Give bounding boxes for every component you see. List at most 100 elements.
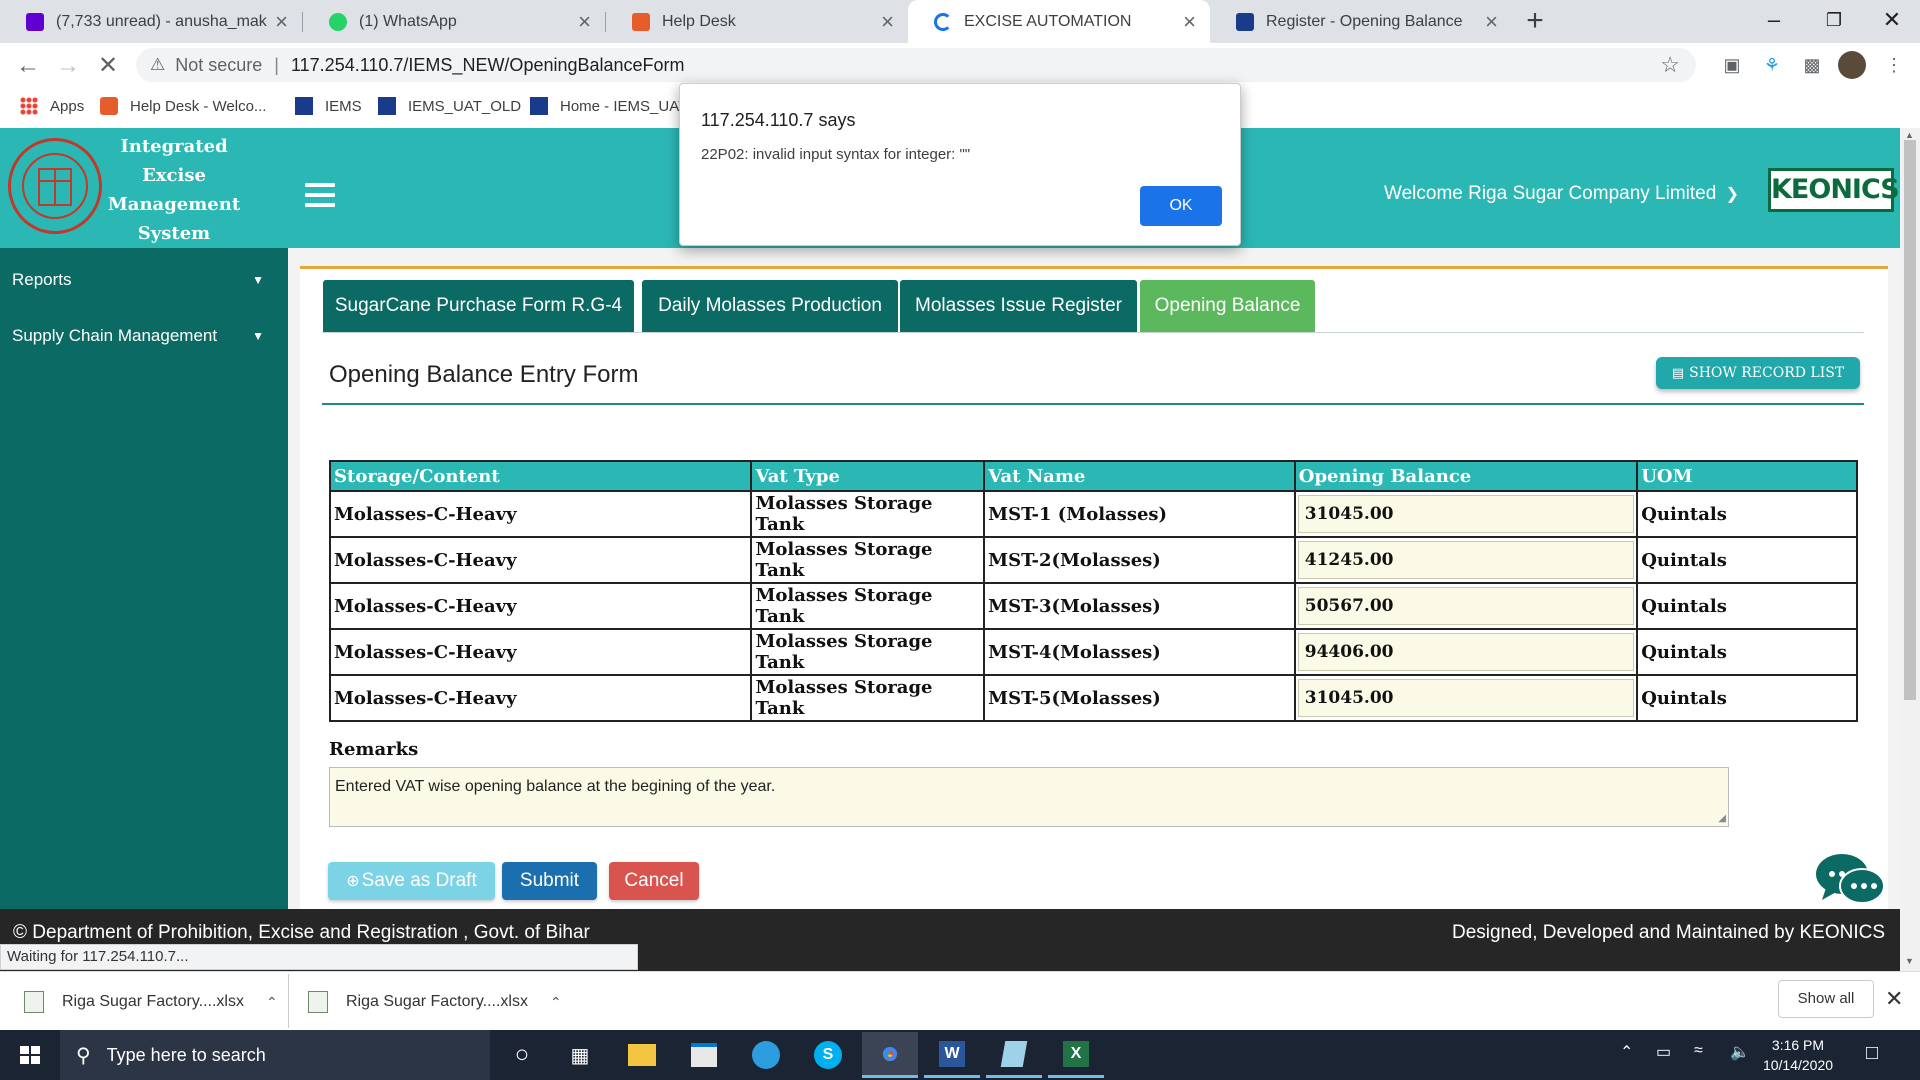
- opening-balance-input[interactable]: 31045.00: [1297, 495, 1635, 533]
- close-icon[interactable]: ×: [1183, 10, 1196, 33]
- wifi-icon[interactable]: ≈: [1694, 1042, 1703, 1060]
- uom-cell: Quintals: [1636, 674, 1858, 722]
- taskbar-search[interactable]: ⚲ Type here to search: [60, 1030, 490, 1080]
- sidebar-item-label: Supply Chain Management: [12, 326, 218, 345]
- close-icon[interactable]: ×: [1485, 10, 1498, 33]
- skype-icon[interactable]: S: [800, 1032, 856, 1078]
- back-arrow-icon[interactable]: ←: [12, 50, 44, 82]
- clock-date: 10/14/2020: [1762, 1057, 1834, 1073]
- volume-muted-icon[interactable]: 🔈: [1730, 1042, 1750, 1062]
- windows-start-icon[interactable]: [0, 1030, 60, 1080]
- stop-loading-icon[interactable]: ✕: [92, 50, 124, 82]
- download-item[interactable]: Riga Sugar Factory....xlsx ⌃: [308, 980, 562, 1024]
- bookmark-label: IEMS: [325, 97, 362, 115]
- bookmark-star-icon[interactable]: ☆: [1660, 52, 1680, 78]
- close-window-icon[interactable]: ✕: [1862, 0, 1920, 40]
- microsoft-store-icon[interactable]: [676, 1032, 732, 1078]
- plus-circle-icon: ⊕: [346, 873, 360, 890]
- bookmark-label: Apps: [50, 97, 85, 115]
- browser-tab[interactable]: (7,733 unread) - anusha_makam@ ×: [0, 0, 302, 43]
- footer-copyright: © Department of Prohibition, Excise and …: [13, 922, 590, 943]
- battery-icon[interactable]: ▭: [1656, 1042, 1671, 1062]
- close-downloads-icon[interactable]: ✕: [1885, 986, 1903, 1012]
- notifications-icon[interactable]: □: [1866, 1042, 1878, 1065]
- excel-file-icon: [24, 991, 44, 1013]
- browser-tab[interactable]: Help Desk ×: [606, 0, 908, 43]
- scroll-down-icon[interactable]: ▼: [1905, 956, 1914, 966]
- chevron-up-icon[interactable]: ⌃: [266, 994, 278, 1011]
- chat-icon[interactable]: [1812, 850, 1888, 910]
- submit-button[interactable]: Submit: [502, 862, 597, 900]
- page-scrollbar[interactable]: ▲ ▼: [1900, 128, 1920, 971]
- opening-balance-input[interactable]: 50567.00: [1297, 587, 1635, 625]
- iems-icon: [378, 97, 396, 115]
- cancel-button[interactable]: Cancel: [609, 862, 699, 900]
- bookmark-label: Home - IEMS_UAT: [560, 97, 688, 115]
- browser-tab[interactable]: (1) WhatsApp ×: [303, 0, 605, 43]
- opening-balance-input[interactable]: 94406.00: [1297, 633, 1635, 671]
- show-hidden-icons-icon[interactable]: ⌃: [1620, 1042, 1633, 1062]
- show-all-downloads-button[interactable]: Show all: [1778, 980, 1874, 1018]
- clock-time: 3:16 PM: [1771, 1037, 1825, 1053]
- sidebar-item-supply-chain[interactable]: Supply Chain Management ▼: [0, 309, 288, 363]
- file-explorer-icon[interactable]: [614, 1032, 670, 1078]
- separator: |: [274, 54, 279, 75]
- bookmark-item[interactable]: Home - IEMS_UAT: [530, 88, 687, 124]
- puzzle-icon[interactable]: ▩: [1798, 51, 1826, 79]
- bookmark-item[interactable]: Help Desk - Welco...: [100, 88, 266, 124]
- remarks-textarea[interactable]: Entered VAT wise opening balance at the …: [329, 767, 1729, 827]
- helpdesk-icon: [632, 12, 650, 31]
- remarks-label: Remarks: [329, 739, 419, 760]
- selenium-extension-icon[interactable]: ▣: [1718, 51, 1746, 79]
- edge-icon[interactable]: [738, 1032, 794, 1078]
- menu-dots-icon[interactable]: ⋮: [1880, 51, 1908, 79]
- hamburger-menu-icon[interactable]: [305, 183, 335, 209]
- bookmark-item[interactable]: IEMS_UAT_OLD: [378, 88, 521, 124]
- scrollbar-thumb[interactable]: [1904, 140, 1916, 700]
- new-tab-button[interactable]: +: [1518, 4, 1552, 38]
- cortana-icon[interactable]: ○: [494, 1032, 550, 1078]
- tab-molasses-issue-register[interactable]: Molasses Issue Register: [900, 280, 1137, 332]
- tab-title: EXCISE AUTOMATION: [964, 12, 1132, 30]
- excel-icon[interactable]: X: [1048, 1032, 1104, 1078]
- sidebar-item-reports[interactable]: Reports ▼: [0, 253, 288, 307]
- minimize-icon[interactable]: –: [1744, 0, 1804, 40]
- alert-ok-button[interactable]: OK: [1140, 186, 1222, 226]
- bookmark-item[interactable]: IEMS: [295, 88, 362, 124]
- browser-tab[interactable]: Register - Opening Balance ×: [1210, 0, 1512, 43]
- opening-balance-input[interactable]: 41245.00: [1297, 541, 1635, 579]
- save-as-draft-button[interactable]: ⊕ Save as Draft: [328, 862, 495, 900]
- word-icon[interactable]: W: [924, 1032, 980, 1078]
- tab-sugarcane-purchase[interactable]: SugarCane Purchase Form R.G-4: [323, 280, 634, 332]
- tab-daily-molasses-production[interactable]: Daily Molasses Production: [642, 280, 898, 332]
- tab-opening-balance[interactable]: Opening Balance: [1140, 280, 1315, 332]
- download-item[interactable]: Riga Sugar Factory....xlsx ⌃: [24, 980, 278, 1024]
- emblem-graphic: [22, 153, 88, 219]
- user-menu[interactable]: Welcome Riga Sugar Company Limited ❯: [1384, 183, 1739, 205]
- warning-icon: ⚠: [150, 55, 166, 74]
- show-record-list-button[interactable]: ▤ SHOW RECORD LIST: [1656, 357, 1860, 389]
- notepad-icon[interactable]: [986, 1032, 1042, 1078]
- close-icon[interactable]: ×: [578, 10, 591, 33]
- storage-content-cell: Molasses-C-Heavy: [328, 490, 753, 538]
- close-icon[interactable]: ×: [275, 10, 288, 33]
- restore-icon[interactable]: ❐: [1804, 0, 1864, 40]
- task-view-icon[interactable]: ▦: [552, 1032, 608, 1078]
- search-placeholder: Type here to search: [106, 1044, 266, 1065]
- forward-arrow-icon[interactable]: →: [52, 50, 84, 82]
- scroll-up-icon[interactable]: ▲: [1905, 130, 1914, 140]
- extension-icon[interactable]: ⚘: [1758, 51, 1786, 79]
- taskbar-clock[interactable]: 3:16 PM 10/14/2020: [1762, 1035, 1834, 1075]
- resize-grip-icon[interactable]: ◢: [1718, 813, 1726, 824]
- download-filename: Riga Sugar Factory....xlsx: [346, 993, 528, 1010]
- chrome-icon[interactable]: [862, 1032, 918, 1078]
- profile-avatar[interactable]: [1838, 51, 1866, 79]
- address-bar[interactable]: ⚠ Not secure | 117.254.110.7/IEMS_NEW/Op…: [136, 48, 1696, 82]
- close-icon[interactable]: ×: [881, 10, 894, 33]
- vat-type-cell: Molasses Storage Tank: [750, 582, 986, 630]
- chevron-up-icon[interactable]: ⌃: [550, 994, 562, 1011]
- opening-balance-input[interactable]: 31045.00: [1297, 679, 1635, 717]
- bookmark-item[interactable]: Apps: [20, 88, 84, 124]
- browser-tab-active[interactable]: EXCISE AUTOMATION ×: [908, 0, 1210, 43]
- iems-icon: [1236, 12, 1254, 31]
